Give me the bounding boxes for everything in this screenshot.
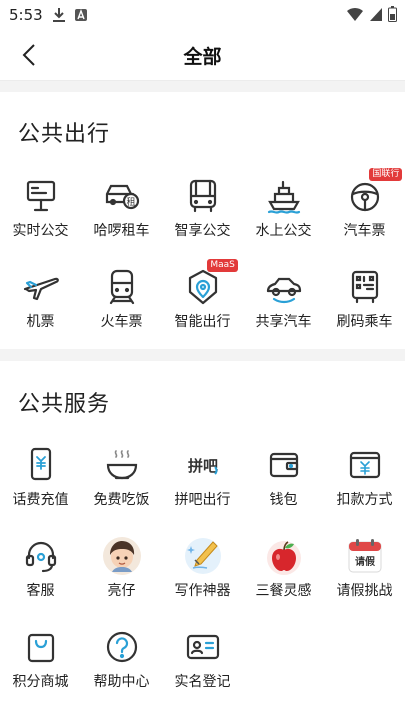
section-divider: [0, 349, 405, 361]
battery-icon: [388, 6, 397, 22]
item-liangzai[interactable]: 亮仔: [81, 536, 162, 616]
steering-wheel-icon: [345, 176, 385, 216]
airplane-icon: [21, 267, 61, 307]
notification-a-icon: [74, 7, 88, 23]
rice-bowl-icon: [102, 445, 142, 485]
item-real-name-registration[interactable]: 实名登记: [162, 627, 243, 707]
help-question-icon: [102, 627, 142, 667]
car-rental-icon: 租: [102, 176, 142, 216]
item-meal-inspiration[interactable]: 三餐灵感: [243, 536, 324, 616]
item-water-bus[interactable]: 水上公交: [243, 176, 324, 256]
ship-icon: [264, 176, 304, 216]
item-points-mall[interactable]: 积分商城: [0, 627, 81, 707]
phone-topup-icon: [21, 445, 61, 485]
svg-text:请假: 请假: [355, 555, 376, 568]
item-phone-topup[interactable]: 话费充值: [0, 445, 81, 525]
apple-icon: [264, 536, 304, 576]
svg-text:租: 租: [126, 197, 135, 208]
item-coach-ticket[interactable]: 国联行 汽车票: [324, 168, 405, 256]
location-pin-icon: [183, 267, 223, 307]
section-title-public-services: 公共服务: [18, 392, 111, 417]
item-help-center[interactable]: 帮助中心: [81, 627, 162, 707]
item-payment-method[interactable]: 扣款方式: [324, 445, 405, 525]
item-pinba-travel[interactable]: 拼吧 拼吧出行: [162, 445, 243, 525]
item-smart-bus[interactable]: 智享公交: [162, 176, 243, 256]
bus-icon: [183, 176, 223, 216]
badge-maas: MaaS: [207, 259, 238, 272]
section-divider: [0, 81, 405, 92]
item-free-meal[interactable]: 免费吃饭: [81, 445, 162, 525]
train-icon: [102, 267, 142, 307]
pen-writing-icon: [183, 536, 223, 576]
navigation-bar: 全部: [0, 30, 405, 81]
qr-bus-icon: [345, 267, 385, 307]
page-title: 全部: [183, 46, 222, 68]
item-scan-to-ride[interactable]: 刷码乘车: [324, 267, 405, 347]
item-writing-tool[interactable]: 写作神器: [162, 536, 243, 616]
svg-text:拼吧: 拼吧: [187, 457, 217, 475]
badge-guolianxing: 国联行: [369, 168, 403, 181]
section-title-public-transport: 公共出行: [18, 122, 111, 147]
status-bar: 5:53: [0, 0, 405, 30]
avatar-boy-icon: [102, 536, 142, 576]
shopping-bag-icon: [21, 627, 61, 667]
item-customer-service[interactable]: 客服: [0, 536, 81, 616]
item-smart-travel[interactable]: MaaS 智能出行: [162, 259, 243, 347]
download-icon: [52, 7, 66, 23]
id-card-icon: [183, 627, 223, 667]
payment-card-icon: [345, 445, 385, 485]
item-shared-car[interactable]: 共享汽车: [243, 267, 324, 347]
headset-icon: [21, 536, 61, 576]
item-train-ticket[interactable]: 火车票: [81, 267, 162, 347]
wifi-icon: [346, 6, 364, 22]
wallet-icon: [264, 445, 304, 485]
item-wallet[interactable]: 钱包: [243, 445, 324, 525]
item-leave-challenge[interactable]: 请假 请假挑战: [324, 536, 405, 616]
pinba-logo-icon: 拼吧: [183, 445, 223, 485]
item-realtime-bus[interactable]: 实时公交: [0, 176, 81, 256]
item-air-ticket[interactable]: 机票: [0, 267, 81, 347]
calendar-leave-icon: 请假: [345, 536, 385, 576]
status-time: 5:53: [9, 6, 43, 24]
bus-stop-sign-icon: [21, 176, 61, 216]
shared-car-icon: [264, 267, 304, 307]
item-hello-car-rental[interactable]: 租 哈啰租车: [81, 176, 162, 256]
cell-signal-icon: [369, 6, 383, 22]
